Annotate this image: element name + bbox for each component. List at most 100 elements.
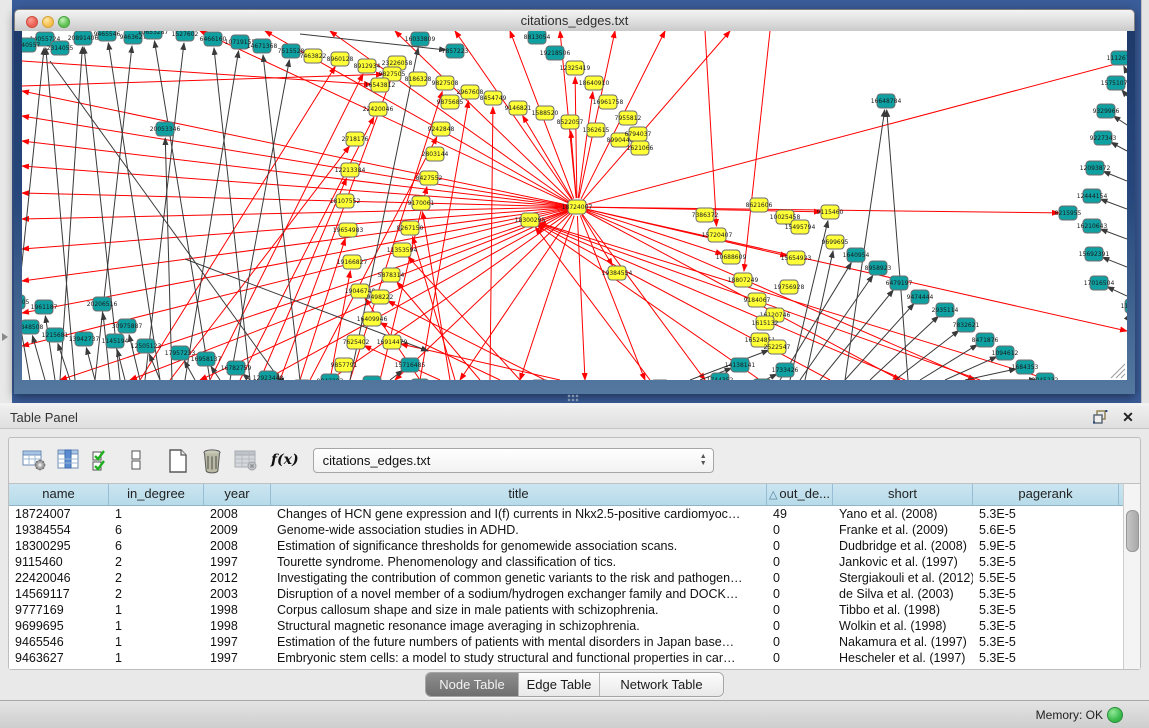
table-row[interactable]: 969969511998Structural magnetic resonanc… [9, 618, 1124, 634]
graph-node[interactable]: 12505123 [131, 339, 162, 353]
graph-node[interactable]: 13942737 [69, 332, 100, 346]
graph-node[interactable]: 10688609 [716, 250, 747, 264]
graph-node[interactable]: 16958137 [191, 352, 222, 366]
table-row[interactable]: 1872400712008Changes of HCN gene express… [9, 506, 1124, 522]
column-header-pagerank[interactable]: pagerank [973, 484, 1119, 505]
table-row[interactable]: 946362711997Embryonic stem cells: a mode… [9, 650, 1124, 666]
graph-node[interactable]: 1961187 [31, 300, 58, 314]
graph-node[interactable]: 1640954 [843, 248, 870, 262]
graph-node[interactable]: 6794037 [625, 127, 652, 141]
column-header-short[interactable]: short [833, 484, 973, 505]
graph-node[interactable]: 8522057 [557, 115, 584, 129]
graph-node[interactable]: 7955812 [615, 111, 642, 125]
graph-node[interactable]: 8471876 [972, 333, 999, 347]
table-row[interactable]: 946554611997Estimation of the future num… [9, 634, 1124, 650]
fx-icon[interactable]: f(x) [271, 452, 299, 468]
graph-node[interactable]: 2045232 [1032, 373, 1059, 380]
tab-network-table[interactable]: Network Table [600, 673, 723, 696]
table-vertical-scrollbar[interactable] [1123, 483, 1140, 669]
graph-node[interactable]: 9115460 [817, 205, 844, 219]
graph-node[interactable]: 9329966 [1093, 104, 1120, 118]
graph-node[interactable]: 1684353 [1012, 360, 1039, 374]
graph-node[interactable]: 1527602 [172, 31, 199, 41]
graph-node[interactable]: 1588520 [532, 106, 559, 120]
graph-node[interactable]: 8267150 [397, 221, 424, 235]
import-table-button[interactable] [231, 446, 261, 474]
graph-node[interactable]: 1167553 [1121, 299, 1127, 313]
show-column-button[interactable] [53, 446, 83, 474]
graph-node[interactable]: 19756928 [774, 280, 805, 294]
scrollbar-thumb[interactable] [1126, 510, 1139, 552]
graph-node[interactable]: 16914479 [377, 335, 408, 349]
graph-node[interactable]: 22420046 [363, 102, 394, 116]
graph-node[interactable]: 15692391 [1079, 247, 1110, 261]
graph-node[interactable]: 12213384 [335, 163, 366, 177]
graph-node[interactable]: 14138141 [725, 358, 756, 372]
graph-node[interactable]: 2803144 [422, 147, 449, 161]
graph-node[interactable]: 15751074 [1101, 76, 1127, 90]
graph-node[interactable]: 2520605 [22, 295, 30, 309]
graph-node[interactable]: 6479197 [886, 276, 913, 290]
network-canvas[interactable]: 1872400718300295746382289601288912934232… [22, 31, 1127, 380]
graph-node[interactable]: 15720407 [702, 228, 733, 242]
table-row[interactable]: 977716911998Corpus callosum shape and si… [9, 602, 1124, 618]
tab-edge-table[interactable]: Edge Table [519, 673, 600, 696]
graph-node[interactable]: 2935114 [932, 303, 959, 317]
graph-node[interactable]: 9699695 [822, 235, 849, 249]
graph-node[interactable]: 30975887 [112, 319, 143, 333]
graph-node[interactable]: 19166827 [337, 255, 368, 269]
graph-node[interactable]: 8427552 [416, 171, 443, 185]
graph-node[interactable]: 19384554 [602, 266, 633, 280]
select-rows-button[interactable] [87, 446, 117, 474]
graph-node[interactable]: 8454749 [480, 91, 507, 105]
graph-node[interactable]: 8958923 [865, 261, 892, 275]
column-header-in-degree[interactable]: in_degree [109, 484, 204, 505]
graph-node[interactable]: 2522547 [764, 340, 791, 354]
graph-node[interactable]: 16961758 [593, 95, 624, 109]
graph-node[interactable]: 16648784 [871, 94, 902, 108]
graph-node[interactable]: 1733426 [772, 363, 799, 377]
graph-node[interactable]: 9170061 [408, 196, 435, 210]
graph-node[interactable]: 6466160 [200, 32, 227, 46]
graph-node[interactable]: 20206516 [87, 297, 118, 311]
graph-node[interactable]: 9242848 [428, 122, 455, 136]
column-header-name[interactable]: name [9, 484, 109, 505]
graph-node[interactable]: 19218506 [540, 46, 571, 60]
graph-node[interactable]: 7848508 [22, 320, 44, 334]
column-header-year[interactable]: year [204, 484, 271, 505]
graph-node[interactable]: 9042203 [317, 374, 344, 380]
graph-node[interactable]: 9133045 [407, 379, 434, 380]
graph-node[interactable]: 8912934 [354, 59, 381, 73]
graph-node[interactable]: 16782759 [221, 361, 252, 375]
graph-node[interactable]: 1145194 [102, 334, 129, 348]
float-panel-icon[interactable] [1091, 409, 1109, 425]
graph-node[interactable]: 9184067 [744, 293, 771, 307]
graph-node[interactable]: 7832621 [953, 318, 980, 332]
graph-node[interactable]: 9875685 [437, 95, 464, 109]
graph-node[interactable]: 9474444 [907, 290, 934, 304]
graph-node[interactable]: 1094612 [992, 346, 1019, 360]
close-panel-icon[interactable]: ✕ [1119, 409, 1137, 425]
graph-node[interactable]: 7625402 [343, 335, 370, 349]
graph-node[interactable]: 20053346 [150, 122, 181, 136]
graph-node[interactable]: 8621606 [746, 198, 773, 212]
table-row[interactable]: 1456911722003Disruption of a novel membe… [9, 586, 1124, 602]
table-row[interactable]: 911546021997Tourette syndrome. Phenomeno… [9, 554, 1124, 570]
graph-node[interactable]: 2314055 [47, 41, 74, 55]
tab-node-table[interactable]: Node Table [426, 673, 519, 696]
splitter-collapse-arrow-icon[interactable] [2, 333, 8, 341]
graph-node[interactable]: 1215681 [42, 328, 69, 342]
column-header-out-de-[interactable]: △out_de... [767, 484, 833, 505]
graph-node[interactable]: 8021454 [359, 376, 386, 380]
graph-node[interactable]: 12444154 [1077, 189, 1108, 203]
graph-node[interactable]: 2718176 [342, 132, 369, 146]
graph-node[interactable]: 16210643 [1077, 219, 1108, 233]
graph-node[interactable]: 1744352 [707, 373, 734, 380]
graph-node[interactable]: 15654923 [781, 251, 812, 265]
create-column-button[interactable] [163, 446, 193, 474]
graph-node[interactable]: 16033809 [405, 32, 436, 46]
graph-node[interactable]: 1112675 [1107, 51, 1127, 65]
graph-node[interactable]: 8186328 [405, 72, 432, 86]
graph-node[interactable]: 8960128 [327, 52, 354, 66]
divider-grip-icon[interactable] [567, 394, 579, 402]
